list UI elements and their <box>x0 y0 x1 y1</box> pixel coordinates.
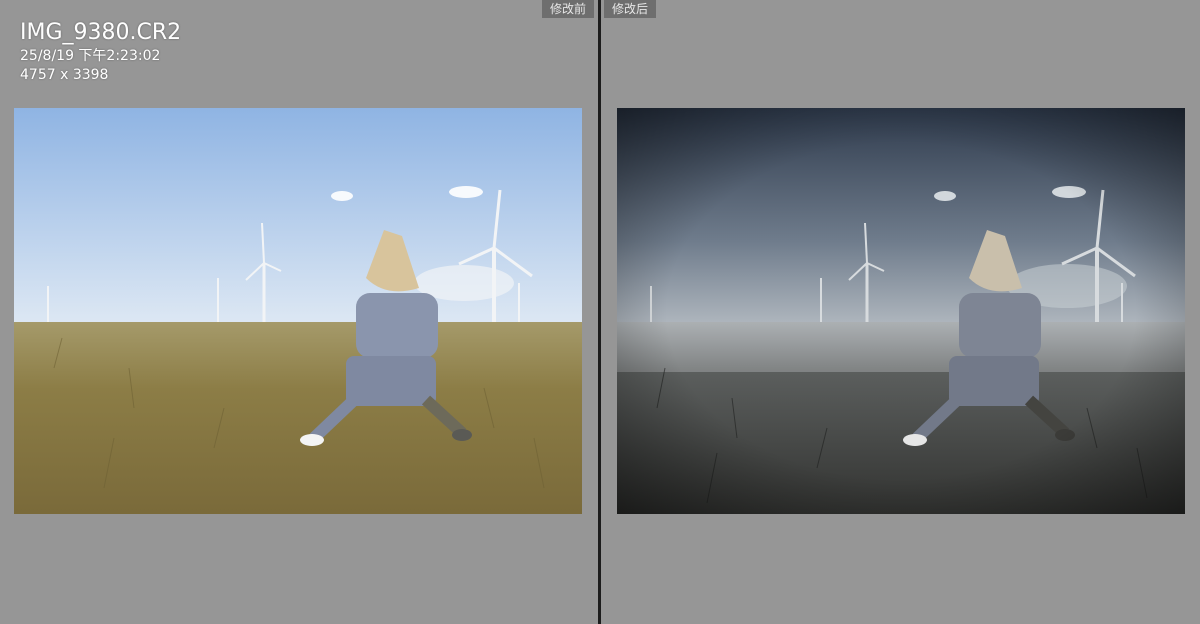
after-pane[interactable]: 修改后 <box>601 0 1200 624</box>
image-dimensions: 4757 x 3398 <box>20 67 109 83</box>
after-label: 修改后 <box>604 0 657 18</box>
file-name: IMG_9380.CR2 <box>20 20 182 45</box>
before-label: 修改前 <box>541 0 594 18</box>
before-photo[interactable] <box>14 108 582 514</box>
before-pane[interactable]: 修改前 IMG_9380.CR2 25/8/19 下午2:23:02 4757 … <box>0 0 598 624</box>
after-photo[interactable] <box>617 108 1185 514</box>
capture-datetime: 25/8/19 下午2:23:02 <box>20 48 161 64</box>
after-photo-image <box>617 108 1185 514</box>
before-after-viewer: 修改前 IMG_9380.CR2 25/8/19 下午2:23:02 4757 … <box>0 0 1200 624</box>
before-photo-image <box>14 108 582 514</box>
photo-info-overlay: IMG_9380.CR2 25/8/19 下午2:23:02 4757 x 33… <box>20 19 181 85</box>
